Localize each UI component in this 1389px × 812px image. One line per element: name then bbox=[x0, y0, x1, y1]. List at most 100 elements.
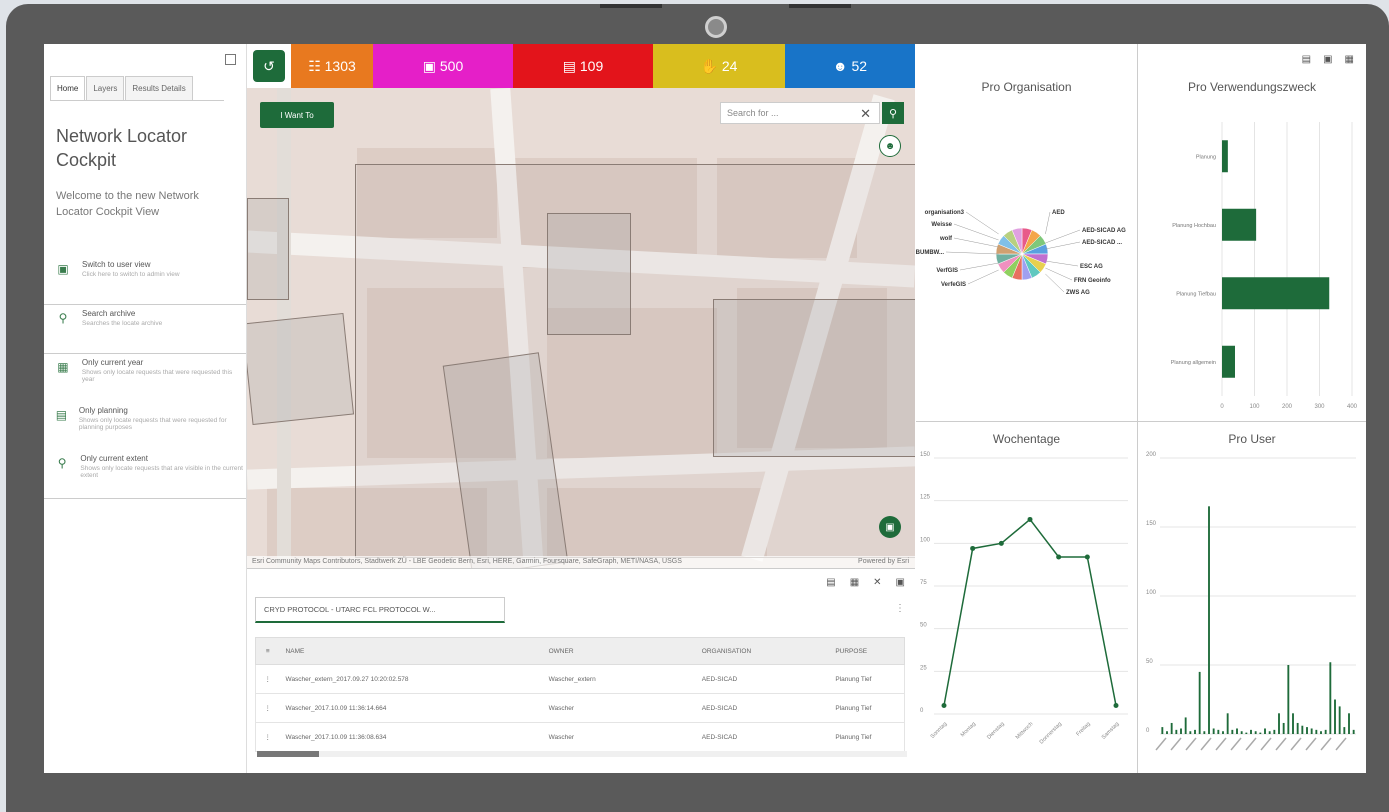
y-tick-label: Planung bbox=[1196, 154, 1216, 160]
y-tick-label: 125 bbox=[920, 495, 931, 501]
user-location-button[interactable]: ☻ bbox=[879, 135, 901, 157]
bar bbox=[1324, 729, 1327, 734]
welcome-text: Welcome to the new Network Locator Cockp… bbox=[56, 190, 199, 218]
x-tick-label bbox=[1275, 737, 1287, 751]
stat-users[interactable]: ☻ 52 bbox=[785, 44, 915, 88]
table-row[interactable]: ⋮ Wascher_2017.10.09 11:36:14.664 Wasche… bbox=[255, 694, 905, 723]
stat-documents[interactable]: ▤ 109 bbox=[513, 44, 653, 88]
save-icon[interactable]: ▦ bbox=[850, 577, 859, 588]
table-row[interactable]: ⋮ Wascher_2017.10.09 11:36:08.634 Wasche… bbox=[255, 723, 905, 752]
zoom-extent-icon: ⚲ bbox=[57, 456, 67, 470]
y-tick-label: 75 bbox=[920, 580, 927, 586]
basemap-button[interactable]: ▣ bbox=[879, 516, 901, 538]
scrollbar-thumb[interactable] bbox=[257, 751, 319, 757]
menu-item-only-planning[interactable]: ▤ Only planning Shows only locate request… bbox=[44, 402, 246, 450]
menu-item-desc: Shows only locate requests that were req… bbox=[81, 369, 233, 383]
column-header-organisation[interactable]: ORGANISATION bbox=[696, 648, 830, 655]
table-header: ≡ NAME OWNER ORGANISATION PURPOSE bbox=[255, 637, 905, 665]
data-point bbox=[998, 540, 1004, 546]
row-menu-icon[interactable]: ⋮ bbox=[256, 675, 280, 683]
bar bbox=[1222, 208, 1257, 241]
x-tick-label: Freitag bbox=[1075, 721, 1091, 737]
column-header-name[interactable]: NAME bbox=[280, 648, 543, 655]
horizontal-bar-chart: 0 100 200 300 400 Planung Planung Hochbau Planu… bbox=[1171, 122, 1358, 410]
x-tick-label: Dienstag bbox=[986, 721, 1006, 741]
expand-icon[interactable] bbox=[225, 54, 236, 65]
table-tab[interactable]: CRYD PROTOCOL - UTARC FCL PROTOCOL W... bbox=[255, 597, 505, 623]
results-grid: ≡ NAME OWNER ORGANISATION PURPOSE ⋮ Wasc… bbox=[255, 637, 905, 752]
row-menu-icon[interactable]: ⋮ bbox=[256, 733, 280, 741]
y-tick-label: 100 bbox=[1146, 590, 1157, 596]
menu-item-search-archive[interactable]: ⚲ Search archive Searches the locate arch… bbox=[44, 305, 246, 354]
pie-leader-line bbox=[953, 223, 999, 241]
x-tick-label: 200 bbox=[1282, 404, 1293, 410]
bar bbox=[1334, 699, 1336, 734]
app-logo[interactable]: ↺ bbox=[247, 44, 291, 88]
search-placeholder: Search for ... bbox=[727, 108, 779, 118]
attribution-text: Esri Community Maps Contributors, Stadtw… bbox=[252, 558, 682, 565]
bar bbox=[1301, 725, 1304, 734]
menu-item-switch-view[interactable]: ▣ Switch to user view Click here to switc… bbox=[44, 256, 246, 305]
horizontal-scrollbar[interactable] bbox=[257, 751, 907, 757]
tab-results-details[interactable]: Results Details bbox=[125, 76, 193, 100]
close-icon[interactable]: ✕ bbox=[860, 106, 871, 122]
chart-pro-user: Pro User 0 50 100 150 200 bbox=[1138, 422, 1366, 773]
pie-label: AED-SICAD ... bbox=[1082, 240, 1122, 246]
i-want-to-button[interactable]: I Want To bbox=[260, 102, 334, 128]
table-row[interactable]: ⋮ Wascher_extern_2017.09.27 10:20:02.578… bbox=[255, 665, 905, 694]
data-point bbox=[1056, 554, 1062, 560]
map-view[interactable]: I Want To Search for ... ✕ ⚲ ☻ ▣ Esri Com… bbox=[247, 88, 915, 568]
table-cell: Planung Tief bbox=[835, 675, 872, 683]
map-polygon[interactable] bbox=[713, 299, 915, 457]
network-locator-icon: ↺ bbox=[253, 50, 285, 82]
map-polygon[interactable] bbox=[547, 213, 631, 335]
bar bbox=[1306, 727, 1308, 734]
pie-label: VerfeGIS bbox=[941, 282, 966, 288]
menu-item-current-extent[interactable]: ⚲ Only current extent Shows only locate r… bbox=[44, 450, 246, 499]
bar bbox=[1236, 728, 1238, 734]
pie-label: VerfGIS bbox=[936, 268, 958, 274]
tab-menu-icon[interactable]: ⋮ bbox=[895, 603, 905, 614]
bar bbox=[1310, 728, 1313, 734]
bar bbox=[1194, 729, 1196, 734]
bar bbox=[1166, 731, 1168, 734]
bar bbox=[1222, 345, 1235, 378]
row-menu-icon[interactable]: ⋮ bbox=[256, 704, 280, 712]
expand-icon[interactable]: ▣ bbox=[896, 577, 905, 588]
stat-areas[interactable]: ▣ 500 bbox=[373, 44, 513, 88]
column-header-owner[interactable]: OWNER bbox=[543, 648, 696, 655]
y-tick-label: Planung Tiefbau bbox=[1176, 291, 1216, 297]
search-button[interactable]: ⚲ bbox=[882, 102, 904, 124]
menu-item-desc: Shows only locate requests that were req… bbox=[78, 417, 227, 431]
layers-icon: ▣ bbox=[885, 521, 895, 533]
x-tick-label: 300 bbox=[1314, 404, 1325, 410]
stat-bar: ↺ ☷ 1303 ▣ 500 ▤ 109 ✋ 24 ☻ 52 bbox=[247, 44, 915, 88]
bar bbox=[1343, 727, 1346, 734]
data-point bbox=[1027, 516, 1033, 522]
bar bbox=[1240, 731, 1243, 734]
stat-approvals[interactable]: ✋ 24 bbox=[653, 44, 785, 88]
close-icon[interactable]: ✕ bbox=[873, 577, 881, 588]
column-header-purpose[interactable]: PURPOSE bbox=[829, 648, 904, 655]
pie-leader-line bbox=[965, 211, 999, 235]
charts-panel: ▤ ▣ ▦ Pro Organisation organisation3 AED W… bbox=[916, 44, 1366, 773]
map-polygon[interactable] bbox=[247, 198, 289, 300]
tab-home[interactable]: Home bbox=[50, 76, 86, 100]
x-tick-label bbox=[1320, 737, 1332, 751]
table-cell: Wascher bbox=[548, 733, 575, 741]
pie-label: wolf bbox=[939, 236, 953, 242]
x-tick-label bbox=[1245, 737, 1257, 751]
menu-item-current-year[interactable]: ▦ Only current year Shows only locate req… bbox=[44, 354, 246, 402]
x-tick-label bbox=[1305, 737, 1317, 751]
y-tick-label: 50 bbox=[1146, 659, 1153, 665]
stat-value: 500 bbox=[439, 58, 464, 74]
tab-layers[interactable]: Layers bbox=[86, 76, 125, 100]
stat-requests[interactable]: ☷ 1303 bbox=[291, 44, 373, 88]
map-polygon[interactable] bbox=[247, 312, 355, 426]
search-input[interactable]: Search for ... ✕ bbox=[720, 102, 880, 124]
calendar-icon: ▦ bbox=[57, 360, 69, 374]
left-tabs: Home Layers Results Details bbox=[50, 76, 224, 101]
calendar-icon[interactable]: ▤ bbox=[826, 577, 835, 588]
filter-icon[interactable]: ≡ bbox=[256, 648, 280, 655]
table-cell: Planung Tief bbox=[835, 733, 872, 741]
